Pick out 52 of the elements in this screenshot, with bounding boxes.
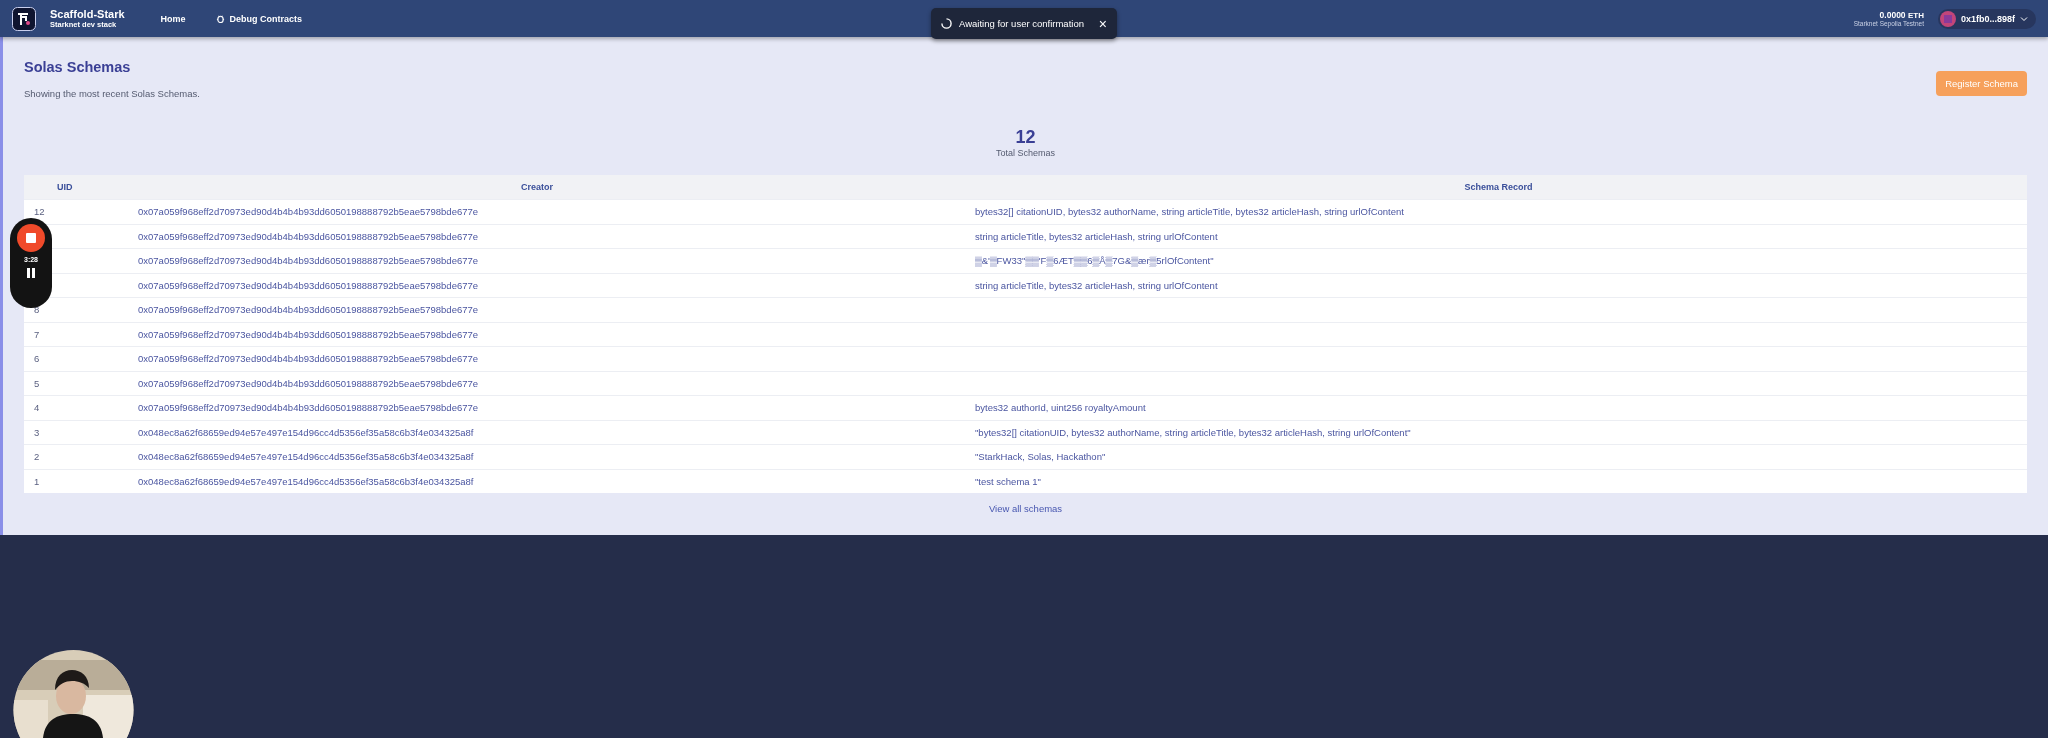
column-header: Creator bbox=[521, 182, 553, 192]
schema-record: bytes32 authorId, uint256 royaltyAmount bbox=[975, 402, 1146, 414]
brand-title: Scaffold-Stark bbox=[50, 8, 125, 20]
avatar-icon bbox=[1939, 10, 1956, 27]
creator-address: 0x048ec8a62f68659ed94e57e497e154d96cc4d5356ef35a58c6b3f4e034325a8f bbox=[138, 475, 474, 487]
creator-address: 0x07a059f968eff2d70973ed90d4b4b4b93dd6050198888792b5eae5798bde677e bbox=[138, 402, 479, 414]
creator-address: 0x07a059f968eff2d70973ed90d4b4b4b93dd6050198888792b5eae5798bde677e bbox=[138, 377, 479, 389]
uid-cell: 2 bbox=[34, 451, 40, 463]
account-button[interactable]: 0x1fb0...898f bbox=[1937, 8, 2036, 29]
creator-address: 0x07a059f968eff2d70973ed90d4b4b4b93dd6050198888792b5eae5798bde677e bbox=[138, 279, 479, 291]
logo-icon bbox=[12, 6, 36, 31]
total-label: Total Schemas bbox=[996, 148, 1055, 158]
schema-record: string articleTitle, bytes32 articleHash, string urlOfContent bbox=[975, 279, 1218, 291]
schema-record: ▒&'▒FW33"▒▒'F▒6ÆT▒▒6▒Å▒7G&▒ær▒5rlOfContent" bbox=[975, 255, 1214, 267]
balance-amount: 0.0000 ETH bbox=[1879, 10, 1924, 20]
creator-address: 0x07a059f968eff2d70973ed90d4b4b4b93dd6050198888792b5eae5798bde677e bbox=[138, 255, 479, 267]
stop-record-button[interactable] bbox=[17, 224, 45, 252]
creator-address: 0x048ec8a62f68659ed94e57e497e154d96cc4d5356ef35a58c6b3f4e034325a8f bbox=[138, 426, 474, 438]
creator-address: 0x07a059f968eff2d70973ed90d4b4b4b93dd6050198888792b5eae5798bde677e bbox=[138, 304, 479, 316]
pause-icon bbox=[25, 267, 37, 279]
schema-record: "StarkHack, Solas, Hackathon" bbox=[975, 451, 1106, 463]
chevron-down-icon bbox=[2020, 14, 2028, 23]
nav-link[interactable]: Home bbox=[152, 9, 194, 28]
pause-button[interactable] bbox=[25, 267, 37, 279]
toast-message: Awaiting for user confirmation bbox=[959, 18, 1084, 29]
creator-address: 0x07a059f968eff2d70973ed90d4b4b4b93dd6050198888792b5eae5798bde677e bbox=[138, 206, 479, 218]
creator-address: 0x07a059f968eff2d70973ed90d4b4b4b93dd6050198888792b5eae5798bde677e bbox=[138, 230, 479, 242]
uid-cell: 8 bbox=[34, 304, 40, 316]
schema-record: "test schema 1" bbox=[975, 475, 1041, 487]
uid-cell: 12 bbox=[34, 206, 45, 218]
column-header: UID bbox=[57, 182, 73, 192]
uid-cell: 6 bbox=[34, 353, 40, 365]
column-header: Schema Record bbox=[1464, 182, 1533, 192]
page-title: Solas Schemas bbox=[24, 59, 132, 75]
view-all-link[interactable]: View all schemas bbox=[988, 503, 1063, 514]
uid-cell: 1 bbox=[34, 475, 40, 487]
stop-icon bbox=[26, 233, 36, 243]
uid-cell: 3 bbox=[34, 426, 40, 438]
schema-record: bytes32[] citationUID, bytes32 authorName, string articleTitle, bytes32 articleHash, string urlOfContent bbox=[975, 206, 1404, 218]
schema-record: string articleTitle, bytes32 articleHash, string urlOfContent bbox=[975, 230, 1218, 242]
nav-link[interactable]: Debug Contracts bbox=[207, 9, 311, 28]
creator-address: 0x07a059f968eff2d70973ed90d4b4b4b93dd6050198888792b5eae5798bde677e bbox=[138, 328, 479, 340]
uid-cell: 7 bbox=[34, 328, 40, 340]
creator-address: 0x048ec8a62f68659ed94e57e497e154d96cc4d5356ef35a58c6b3f4e034325a8f bbox=[138, 451, 474, 463]
page-subtitle: Showing the most recent Solas Schemas. bbox=[24, 88, 200, 99]
uid-cell: 4 bbox=[34, 402, 40, 414]
creator-address: 0x07a059f968eff2d70973ed90d4b4b4b93dd6050198888792b5eae5798bde677e bbox=[138, 353, 479, 365]
schema-record: "bytes32[] citationUID, bytes32 authorName, string articleTitle, bytes32 articleHash, string urlOfContent" bbox=[975, 426, 1411, 438]
uid-cell: 5 bbox=[34, 377, 40, 389]
total-count: 12 bbox=[1015, 127, 1036, 148]
close-icon[interactable]: × bbox=[1098, 16, 1107, 31]
spinner-icon bbox=[941, 18, 952, 29]
